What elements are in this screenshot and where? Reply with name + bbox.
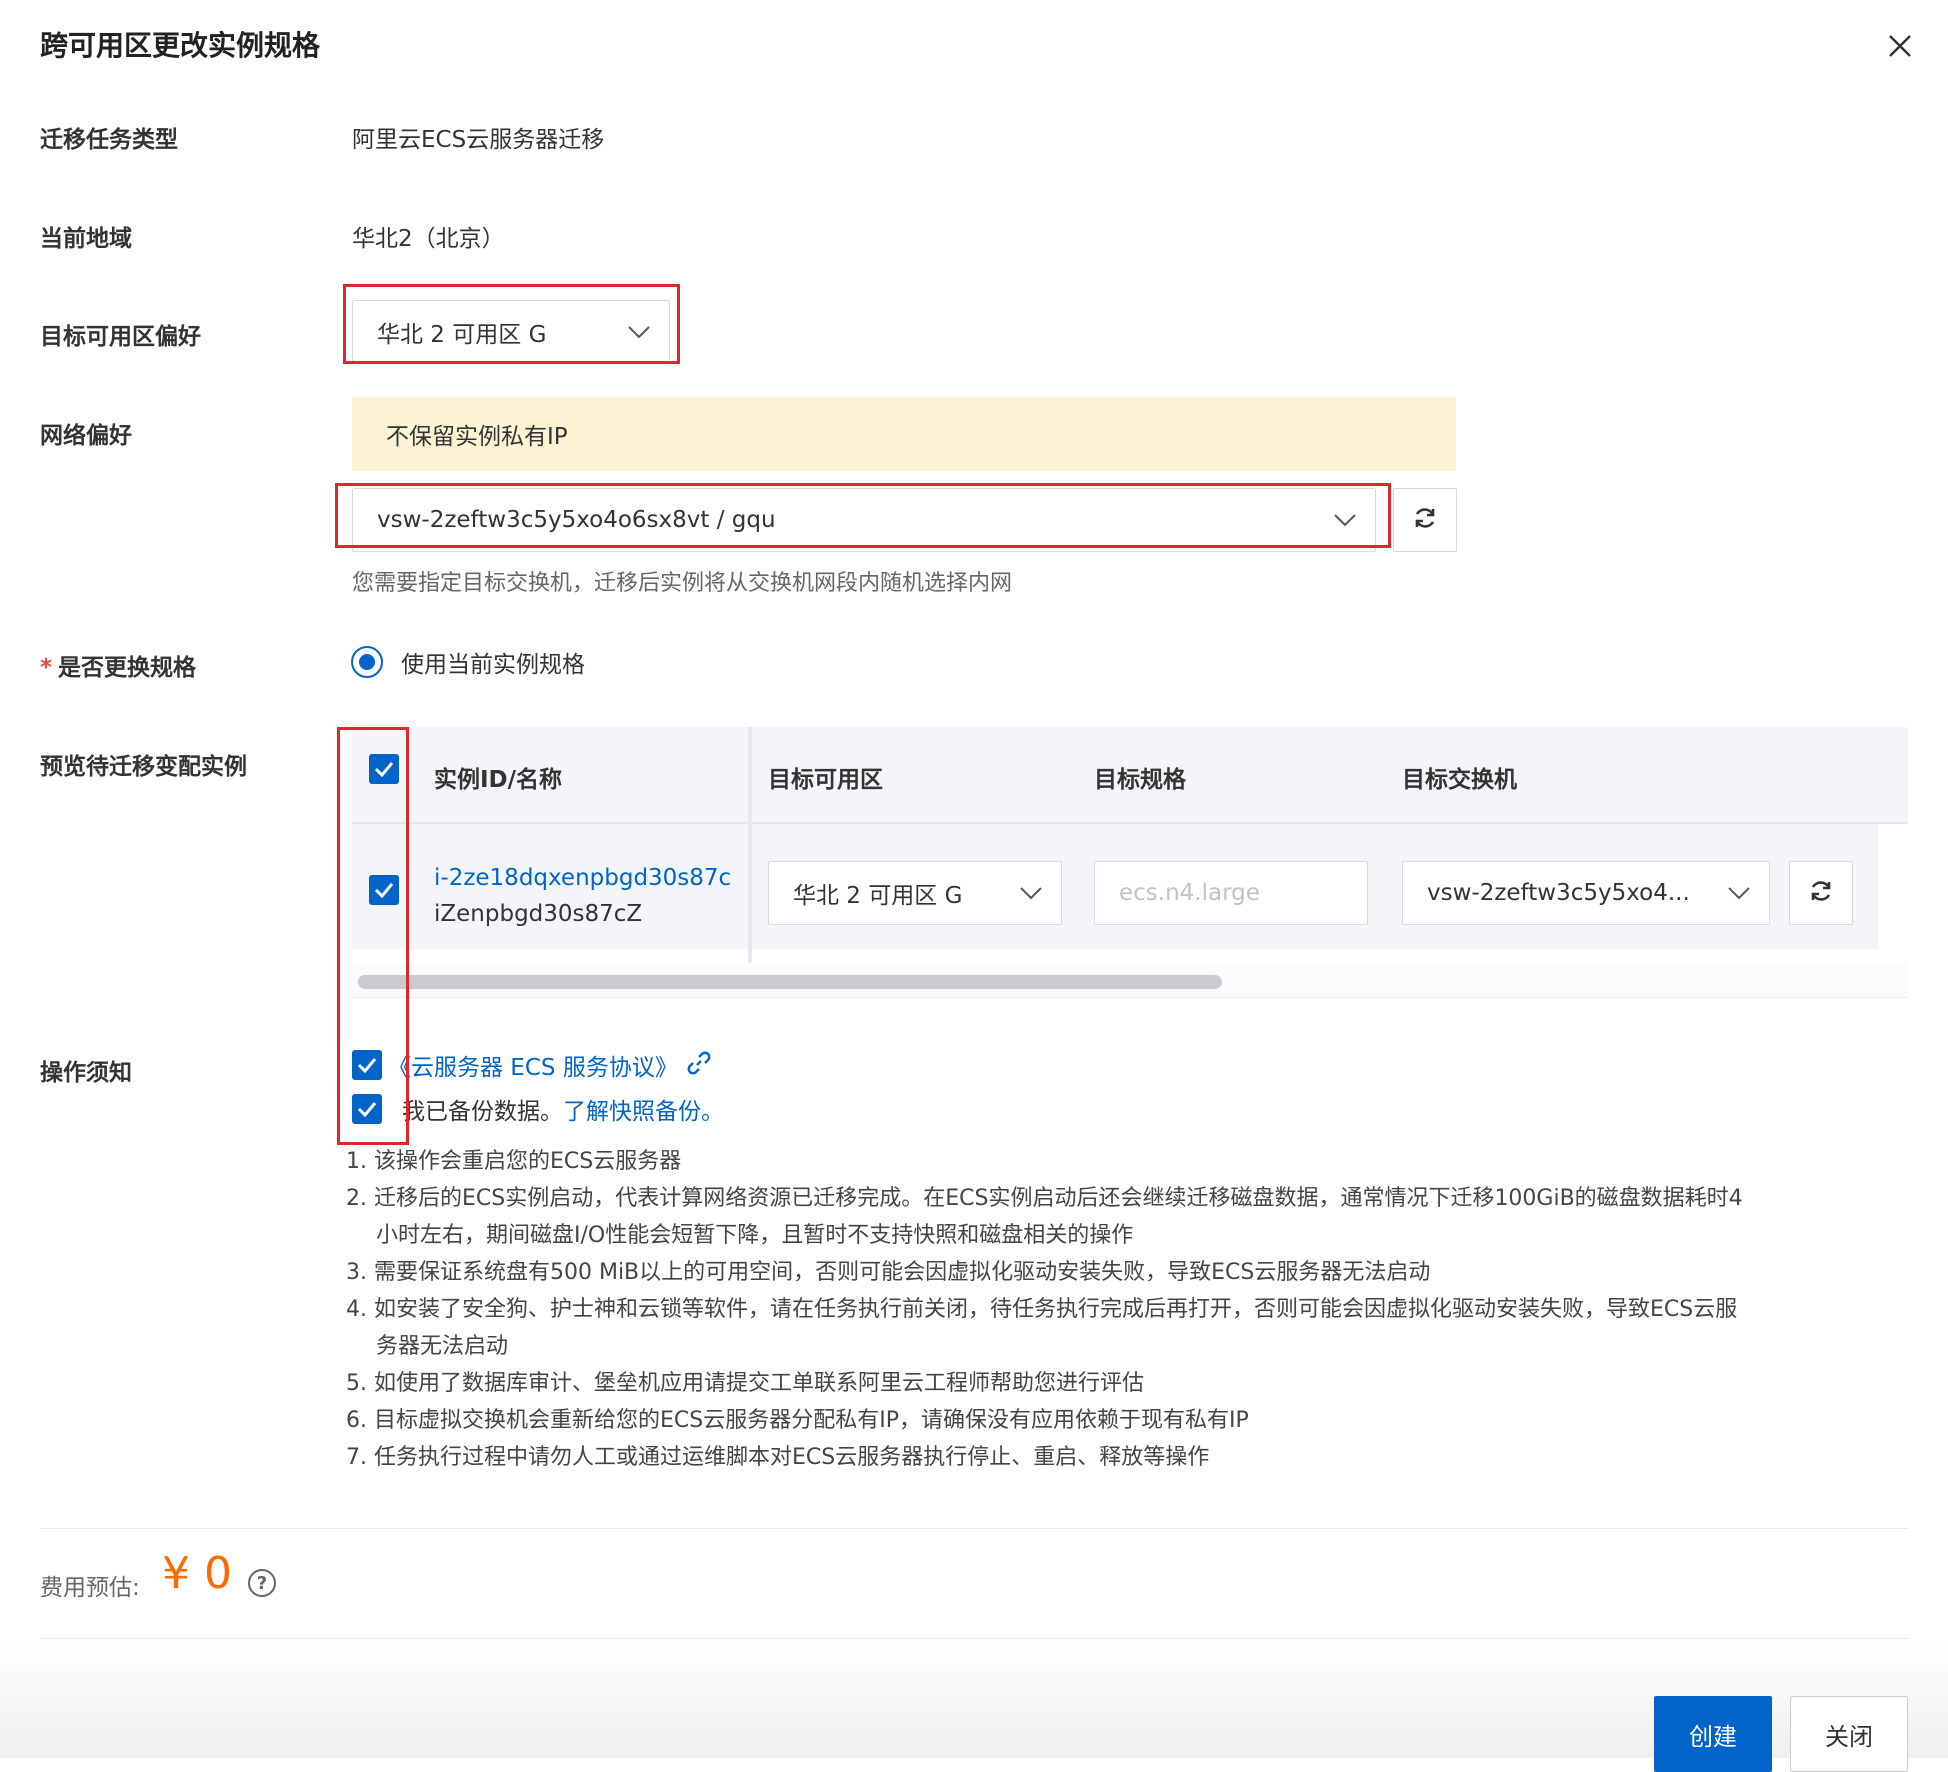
- divider: [40, 1638, 1908, 1639]
- instance-name: iZenpbgd30s87cZ: [434, 901, 643, 927]
- row-checkbox[interactable]: [369, 875, 399, 905]
- refresh-icon: [1412, 505, 1438, 535]
- row-vswitch-select[interactable]: vsw-2zeftw3c5y5xo4...: [1402, 861, 1770, 925]
- close-icon[interactable]: [1880, 26, 1920, 66]
- change-spec-label: * 是否更换规格: [40, 648, 196, 682]
- chevron-down-icon: [609, 301, 669, 363]
- network-notice-text: 不保留实例私有IP: [386, 424, 568, 450]
- row-vswitch-refresh-button[interactable]: [1789, 861, 1853, 925]
- note-item: 6. 目标虚拟交换机会重新给您的ECS云服务器分配私有IP，请确保没有应用依赖于…: [346, 1408, 1249, 1433]
- preview-label: 预览待迁移变配实例: [40, 754, 247, 780]
- backup-row: 我已备份数据。 了解快照备份。: [352, 1092, 724, 1126]
- agreement-checkbox[interactable]: [352, 1050, 382, 1080]
- region-value: 华北2（北京）: [352, 226, 505, 252]
- select-all-checkbox[interactable]: [369, 754, 399, 784]
- row-zone-selected: 华北 2 可用区 G: [793, 883, 963, 909]
- agreement-link[interactable]: 《云服务器 ECS 服务协议》: [388, 1048, 678, 1082]
- col-vswitch: 目标交换机: [1402, 767, 1517, 793]
- task-type-label: 迁移任务类型: [40, 127, 178, 153]
- check-icon: [374, 883, 394, 898]
- close-button[interactable]: 关闭: [1790, 1696, 1908, 1772]
- check-icon: [374, 762, 394, 777]
- region-label: 当前地域: [40, 226, 132, 252]
- note-item: 务器无法启动: [376, 1334, 509, 1359]
- required-mark: *: [40, 655, 53, 681]
- snapshot-backup-link[interactable]: 了解快照备份。: [563, 1092, 724, 1126]
- row-spec-input[interactable]: ecs.n4.large: [1094, 861, 1368, 925]
- fee-value: ¥ 0: [162, 1548, 232, 1599]
- row-spec-placeholder: ecs.n4.large: [1119, 880, 1260, 906]
- divider: [40, 1528, 1908, 1529]
- vswitch-selected: vsw-2zeftw3c5y5xo4o6sx8vt / gqu: [377, 507, 776, 533]
- note-item: 5. 如使用了数据库审计、堡垒机应用请提交工单联系阿里云工程师帮助您进行评估: [346, 1371, 1144, 1396]
- instance-cell: i-2ze18dqxenpbgd30s87c iZenpbgd30s87cZ: [434, 860, 731, 932]
- vswitch-hint: 您需要指定目标交换机，迁移后实例将从交换机网段内随机选择内网: [352, 571, 1013, 596]
- target-zone-label: 目标可用区偏好: [40, 324, 201, 350]
- row-zone-select[interactable]: 华北 2 可用区 G: [768, 861, 1062, 925]
- change-spec-label-text: 是否更换规格: [58, 655, 197, 681]
- help-icon[interactable]: ?: [248, 1569, 276, 1597]
- create-button[interactable]: 创建: [1654, 1696, 1772, 1772]
- note-item: 1. 该操作会重启您的ECS云服务器: [346, 1149, 682, 1174]
- backup-checkbox[interactable]: [352, 1094, 382, 1124]
- check-icon: [357, 1102, 377, 1117]
- notes-list: 1. 该操作会重启您的ECS云服务器 2. 迁移后的ECS实例启动，代表计算网络…: [346, 1143, 1906, 1476]
- notes-label: 操作须知: [40, 1060, 132, 1086]
- header-divider: [352, 822, 1908, 824]
- dialog-title: 跨可用区更改实例规格: [40, 29, 321, 62]
- target-zone-selected: 华北 2 可用区 G: [377, 322, 547, 348]
- table-scrollbar-thumb[interactable]: [358, 975, 1222, 989]
- check-icon: [357, 1058, 377, 1073]
- note-item: 4. 如安装了安全狗、护士神和云锁等软件，请在任务执行前关闭，待任务执行完成后再…: [346, 1297, 1738, 1322]
- chevron-down-icon: [1001, 862, 1061, 924]
- row-vswitch-selected: vsw-2zeftw3c5y5xo4...: [1427, 880, 1690, 906]
- col-instance: 实例ID/名称: [434, 767, 563, 793]
- refresh-icon: [1808, 878, 1834, 908]
- chevron-down-icon: [1709, 862, 1769, 924]
- link-icon[interactable]: [686, 1050, 712, 1080]
- vswitch-select[interactable]: vsw-2zeftw3c5y5xo4o6sx8vt / gqu: [352, 488, 1376, 552]
- spec-radio-label: 使用当前实例规格: [401, 652, 585, 678]
- agreement-row: 《云服务器 ECS 服务协议》: [352, 1048, 712, 1082]
- note-item: 2. 迁移后的ECS实例启动，代表计算网络资源已迁移完成。在ECS实例启动后还会…: [346, 1186, 1743, 1211]
- preview-table: 实例ID/名称 目标可用区 目标规格 目标交换机 i-2ze18dqxenpbg…: [352, 727, 1908, 998]
- col-zone: 目标可用区: [768, 767, 883, 793]
- backup-text: 我已备份数据。: [402, 1099, 563, 1125]
- column-separator: [748, 727, 752, 963]
- network-label: 网络偏好: [40, 423, 132, 449]
- note-item: 7. 任务执行过程中请勿人工或通过运维脚本对ECS云服务器执行停止、重启、释放等…: [346, 1445, 1210, 1470]
- note-item: 小时左右，期间磁盘I/O性能会短暂下降，且暂时不支持快照和磁盘相关的操作: [376, 1223, 1134, 1248]
- col-spec: 目标规格: [1094, 767, 1186, 793]
- spec-radio-option[interactable]: 使用当前实例规格: [351, 645, 585, 679]
- target-zone-select[interactable]: 华北 2 可用区 G: [352, 300, 670, 364]
- fee-label: 费用预估:: [40, 1575, 140, 1601]
- vswitch-refresh-button[interactable]: [1393, 488, 1457, 552]
- note-item: 3. 需要保证系统盘有500 MiB以上的可用空间，否则可能会因虚拟化驱动安装失…: [346, 1260, 1431, 1285]
- instance-id-link[interactable]: i-2ze18dqxenpbgd30s87c: [434, 860, 731, 896]
- task-type-value: 阿里云ECS云服务器迁移: [352, 127, 605, 153]
- spec-radio[interactable]: [351, 646, 383, 678]
- chevron-down-icon: [1315, 489, 1375, 551]
- network-notice: 不保留实例私有IP: [352, 397, 1456, 471]
